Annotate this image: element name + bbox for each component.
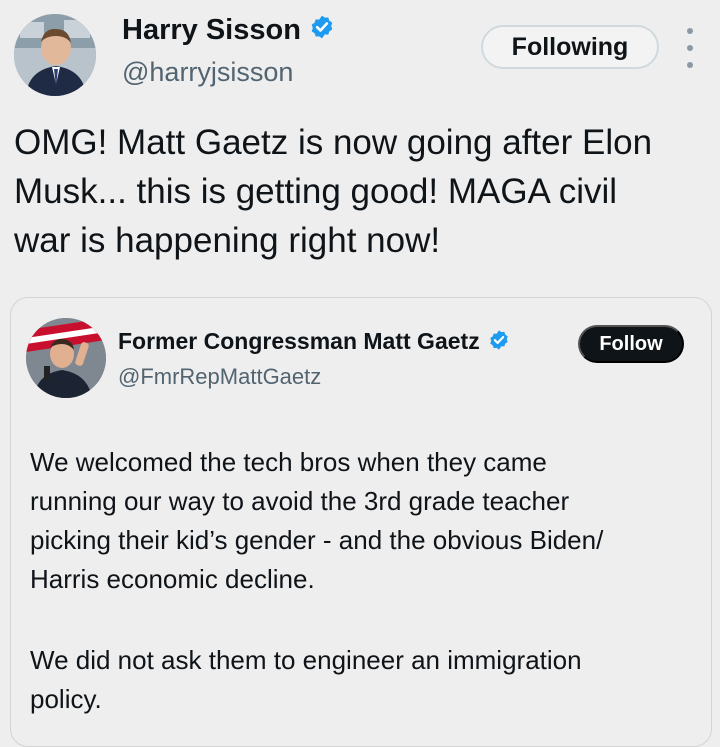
verified-badge-icon bbox=[488, 329, 510, 357]
quoted-author-name[interactable]: Former Congressman Matt Gaetz bbox=[118, 328, 480, 354]
follow-button[interactable]: Follow bbox=[578, 325, 684, 363]
more-vertical-icon[interactable] bbox=[682, 28, 698, 68]
author-handle[interactable]: @harryjsisson bbox=[122, 57, 293, 88]
quoted-line: We welcomed the tech bros when they came bbox=[30, 447, 547, 477]
tweet-text: OMG! Matt Gaetz is now going after Elon … bbox=[14, 118, 714, 265]
quoted-line: We did not ask them to engineer an immig… bbox=[30, 645, 582, 675]
following-button[interactable]: Following bbox=[481, 25, 659, 69]
verified-badge-icon bbox=[309, 14, 335, 48]
tweet-line: war is happening right now! bbox=[14, 221, 441, 260]
quoted-author-handle[interactable]: @FmrRepMattGaetz bbox=[118, 364, 321, 390]
quoted-line: running our way to avoid the 3rd grade t… bbox=[30, 486, 570, 516]
quoted-tweet-text: We welcomed the tech bros when they came… bbox=[30, 443, 700, 719]
author-name[interactable]: Harry Sisson bbox=[122, 14, 301, 46]
author-name-row[interactable]: Harry Sisson bbox=[122, 14, 335, 48]
author-avatar[interactable] bbox=[14, 14, 96, 96]
quoted-line: Harris economic decline. bbox=[30, 564, 315, 594]
quoted-author-avatar[interactable] bbox=[26, 318, 106, 398]
quoted-line: policy. bbox=[30, 684, 102, 714]
tweet-line: OMG! Matt Gaetz is now going after Elon bbox=[14, 123, 653, 162]
tweet-line: Musk... this is getting good! MAGA civil bbox=[14, 172, 618, 211]
quoted-line: picking their kid’s gender - and the obv… bbox=[30, 525, 604, 555]
quoted-author-name-row[interactable]: Former Congressman Matt Gaetz bbox=[118, 328, 510, 357]
